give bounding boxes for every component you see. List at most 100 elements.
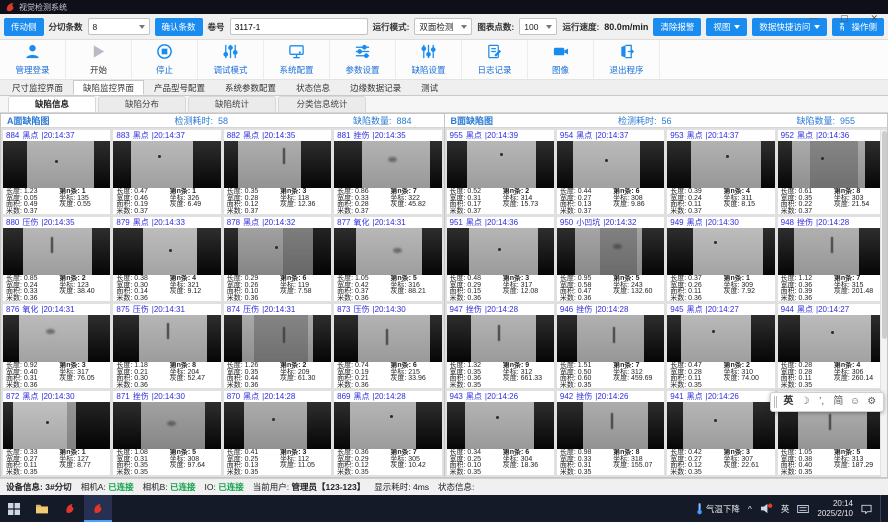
app-icon-inspection-active[interactable]: [84, 495, 112, 522]
defect-image[interactable]: [113, 228, 220, 275]
clear-alarm-button[interactable]: 清除报警: [653, 18, 701, 36]
defect-cell-871[interactable]: 871挫伤|20:14:30长度: 1.08宽度: 0.31面积: 0.35米数…: [112, 390, 221, 476]
defect-cell-942[interactable]: 942挫伤|20:14:26长度: 0.98宽度: 0.33面积: 0.31米数…: [556, 390, 665, 476]
defect-image[interactable]: [113, 315, 220, 362]
defect-image[interactable]: [667, 141, 774, 188]
defect-image[interactable]: [3, 315, 110, 362]
minimize-button[interactable]: —: [809, 14, 818, 23]
defect-cell-870[interactable]: 870黑点|20:14:28长度: 0.41宽度: 0.25面积: 0.13米数…: [223, 390, 332, 476]
notification-badge-icon[interactable]: [760, 503, 773, 514]
defect-cell-955[interactable]: 955黑点|20:14:39长度: 0.52宽度: 0.31面积: 0.17米数…: [446, 129, 555, 215]
app-icon-inspection[interactable]: [56, 495, 84, 522]
tab-status-info[interactable]: 状态信息: [286, 80, 340, 95]
defect-image[interactable]: [667, 402, 774, 449]
ime-lang-en-button[interactable]: 英: [780, 393, 797, 411]
maximize-button[interactable]: ▢: [840, 14, 849, 23]
defect-image[interactable]: [224, 228, 331, 275]
ime-settings-button[interactable]: ⚙: [863, 393, 880, 411]
show-desktop-strip[interactable]: [880, 495, 885, 522]
defect-cell-877[interactable]: 877氧化|20:14:31长度: 1.05宽度: 0.42面积: 0.37米数…: [333, 216, 442, 302]
defect-cell-951[interactable]: 951黑点|20:14:36长度: 0.48宽度: 0.29面积: 0.15米数…: [446, 216, 555, 302]
tab-system-params[interactable]: 系统参数配置: [215, 80, 286, 95]
defect-cell-876[interactable]: 876氧化|20:14:31长度: 0.92宽度: 0.40面积: 0.31米数…: [2, 303, 111, 389]
defect-cell-948[interactable]: 948挫伤|20:14:28长度: 1.12宽度: 0.36面积: 0.39米数…: [777, 216, 886, 302]
tab-edge-data[interactable]: 边缘数据记录: [340, 80, 411, 95]
tab-defect-monitor[interactable]: 缺陷监控界面: [73, 80, 144, 95]
tray-expand-caret[interactable]: ^: [748, 504, 752, 514]
defect-image[interactable]: [224, 315, 331, 362]
defect-cell-944[interactable]: 944黑点|20:14:27长度: 0.28宽度: 0.28面积: 0.11米数…: [777, 303, 886, 389]
scrollbar-thumb[interactable]: [882, 131, 887, 339]
subtab-defect-stats[interactable]: 缺陷统计: [188, 96, 276, 112]
confirm-strips-button[interactable]: 确认条数: [155, 18, 203, 36]
action-login-button[interactable]: 管理登录: [0, 40, 66, 79]
action-start-button[interactable]: 开始: [66, 40, 132, 79]
strip-count-select[interactable]: 8: [88, 18, 150, 35]
defect-image[interactable]: [447, 315, 554, 362]
defect-cell-869[interactable]: 869黑点|20:14:28长度: 0.36宽度: 0.29面积: 0.12米数…: [333, 390, 442, 476]
action-param-settings-button[interactable]: 参数设置: [330, 40, 396, 79]
tab-size-monitor[interactable]: 尺寸监控界面: [2, 80, 73, 95]
defect-cell-883[interactable]: 883黑点|20:14:37长度: 0.47宽度: 0.46面积: 0.19米数…: [112, 129, 221, 215]
run-mode-select[interactable]: 双面检测: [414, 18, 472, 35]
ime-punct-button[interactable]: ’,: [813, 393, 830, 411]
defect-cell-941[interactable]: 941黑点|20:14:26长度: 0.42宽度: 0.27面积: 0.12米数…: [666, 390, 775, 476]
tab-product-config[interactable]: 产品型号配置: [144, 80, 215, 95]
action-exit-button[interactable]: 退出程序: [594, 40, 660, 79]
touch-keyboard-icon[interactable]: [797, 505, 809, 513]
defect-cell-874[interactable]: 874压伤|20:14:31长度: 1.26宽度: 0.35面积: 0.44米数…: [223, 303, 332, 389]
defect-image[interactable]: [334, 141, 441, 188]
defect-cell-953[interactable]: 953黑点|20:14:37长度: 0.39宽度: 0.24面积: 0.11米数…: [666, 129, 775, 215]
defect-cell-873[interactable]: 873压伤|20:14:30长度: 0.74宽度: 0.19面积: 0.21米数…: [333, 303, 442, 389]
defect-cell-950[interactable]: 950小凹坑|20:14:32长度: 0.95宽度: 0.58面积: 0.47米…: [556, 216, 665, 302]
defect-image[interactable]: [3, 141, 110, 188]
defect-cell-881[interactable]: 881挫伤|20:14:35长度: 0.86宽度: 0.33面积: 0.28米数…: [333, 129, 442, 215]
subtab-defect-info[interactable]: 缺陷信息: [8, 96, 96, 112]
panel-scrollbar[interactable]: [880, 130, 887, 477]
defect-image[interactable]: [113, 141, 220, 188]
action-stop-button[interactable]: 停止: [132, 40, 198, 79]
close-button[interactable]: ✕: [870, 14, 878, 23]
action-center-icon[interactable]: [861, 503, 872, 514]
defect-image[interactable]: [778, 315, 885, 362]
weather-tray-item[interactable]: 气温下降: [696, 502, 740, 515]
defect-image[interactable]: [3, 228, 110, 275]
defect-image[interactable]: [334, 402, 441, 449]
defect-cell-947[interactable]: 947挫伤|20:14:28长度: 1.32宽度: 0.35面积: 0.36米数…: [446, 303, 555, 389]
defect-cell-872[interactable]: 872黑点|20:14:30长度: 0.33宽度: 0.27面积: 0.11米数…: [2, 390, 111, 476]
defect-image[interactable]: [557, 315, 664, 362]
defect-image[interactable]: [778, 141, 885, 188]
defect-cell-879[interactable]: 879黑点|20:14:33长度: 0.38宽度: 0.30面积: 0.14米数…: [112, 216, 221, 302]
defect-cell-949[interactable]: 949黑点|20:14:30长度: 0.37宽度: 0.26面积: 0.11米数…: [666, 216, 775, 302]
ime-language-indicator[interactable]: 英: [781, 503, 790, 515]
subtab-defect-distribution[interactable]: 缺陷分布: [98, 96, 186, 112]
action-log-button[interactable]: 日志记录: [462, 40, 528, 79]
action-image-button[interactable]: 图像: [528, 40, 594, 79]
defect-cell-880[interactable]: 880压伤|20:14:35长度: 0.85宽度: 0.24面积: 0.33米数…: [2, 216, 111, 302]
defect-image[interactable]: [3, 402, 110, 449]
defect-image[interactable]: [224, 402, 331, 449]
defect-image[interactable]: [447, 141, 554, 188]
defect-image[interactable]: [778, 228, 885, 275]
defect-image[interactable]: [447, 228, 554, 275]
subtab-class-stats[interactable]: 分类信息统计: [278, 96, 366, 112]
ime-emoji-button[interactable]: ☺: [847, 393, 864, 411]
defect-cell-954[interactable]: 954黑点|20:14:37长度: 0.44宽度: 0.27面积: 0.13米数…: [556, 129, 665, 215]
defect-cell-875[interactable]: 875压伤|20:14:31长度: 1.18宽度: 0.21面积: 0.30米数…: [112, 303, 221, 389]
defect-image[interactable]: [224, 141, 331, 188]
ime-simplified-button[interactable]: 简: [830, 393, 847, 411]
roll-number-input[interactable]: [230, 18, 368, 35]
action-defect-settings-button[interactable]: 缺陷设置: [396, 40, 462, 79]
chart-points-select[interactable]: 100: [519, 18, 557, 35]
defect-image[interactable]: [334, 228, 441, 275]
defect-cell-884[interactable]: 884黑点|20:14:37长度: 1.23宽度: 0.05面积: 0.49米数…: [2, 129, 111, 215]
defect-image[interactable]: [447, 402, 554, 449]
tab-test[interactable]: 测试: [411, 80, 448, 95]
defect-image[interactable]: [557, 402, 664, 449]
defect-image[interactable]: [667, 315, 774, 362]
drive-side-button[interactable]: 传动侧: [4, 18, 44, 36]
defect-cell-943[interactable]: 943黑点|20:14:26长度: 0.34宽度: 0.25面积: 0.10米数…: [446, 390, 555, 476]
defect-image[interactable]: [334, 315, 441, 362]
ime-moon-button[interactable]: ☽: [797, 393, 814, 411]
taskbar-clock[interactable]: 20:14 2025/2/10: [817, 499, 853, 518]
